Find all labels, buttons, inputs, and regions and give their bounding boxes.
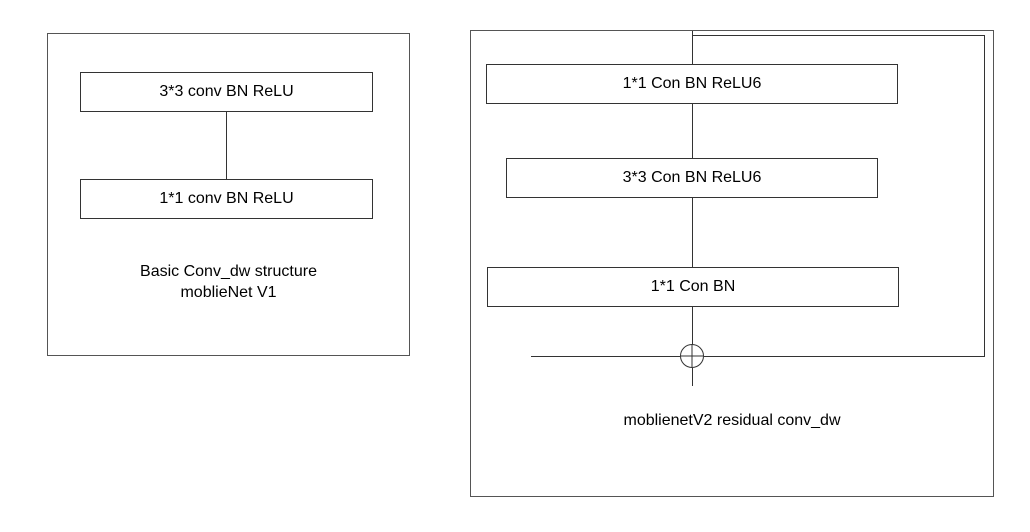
- skip-top-h: [692, 35, 985, 36]
- connector-v2-3: [692, 307, 693, 345]
- block-1x1-conv-relu6: 1*1 Con BN ReLU6: [486, 64, 898, 104]
- block-label: 1*1 Con BN ReLU6: [623, 75, 762, 93]
- block-label: 3*3 Con BN ReLU6: [623, 169, 762, 187]
- block-label: 3*3 conv BN ReLU: [159, 83, 293, 101]
- caption-v1: Basic Conv_dw structure moblieNet V1: [48, 262, 409, 304]
- caption-line: Basic Conv_dw structure: [48, 262, 409, 283]
- block-3x3-conv-relu6: 3*3 Con BN ReLU6: [506, 158, 878, 198]
- caption-v2: moblienetV2 residual conv_dw: [471, 411, 993, 432]
- panel-mobilenet-v1: 3*3 conv BN ReLU 1*1 conv BN ReLU Basic …: [47, 33, 410, 356]
- block-label: 1*1 conv BN ReLU: [159, 190, 293, 208]
- plus-extended-h: [531, 356, 680, 357]
- block-1x1-conv-bn: 1*1 Con BN: [487, 267, 899, 307]
- skip-right-v: [984, 35, 985, 356]
- caption-line: moblieNet V1: [48, 283, 409, 304]
- panel-mobilenet-v2: 1*1 Con BN ReLU6 3*3 Con BN ReLU6 1*1 Co…: [470, 30, 994, 497]
- connector-v2-1: [692, 104, 693, 159]
- add-icon: [680, 344, 704, 368]
- block-label: 1*1 Con BN: [651, 278, 736, 296]
- block-1x1-conv: 1*1 conv BN ReLU: [80, 179, 373, 219]
- skip-bottom-h: [704, 356, 985, 357]
- connector-v2-2: [692, 198, 693, 268]
- connector-v1-mid: [226, 112, 227, 180]
- block-3x3-conv: 3*3 conv BN ReLU: [80, 72, 373, 112]
- connector-below-plus: [692, 368, 693, 386]
